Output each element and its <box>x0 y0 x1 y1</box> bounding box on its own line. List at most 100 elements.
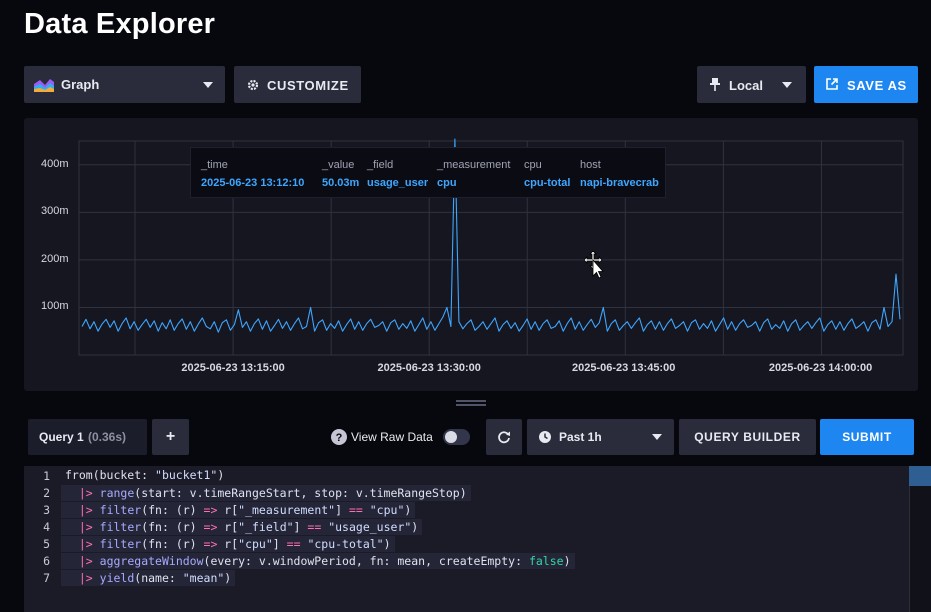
code-token: (fn: (r) <box>141 537 204 551</box>
flux-script-editor[interactable]: 1 from(bucket: "bucket1") 2 |> range(start… <box>24 466 931 612</box>
code-token: ) <box>563 554 571 568</box>
submit-button[interactable]: SUBMIT <box>820 419 914 455</box>
tab-query-1[interactable]: Query 1 (0.36s) <box>28 419 147 455</box>
code-token: r[ <box>217 537 239 551</box>
tooltip-column-header: _time <box>201 159 228 171</box>
editor-scrollbar-thumb[interactable] <box>909 466 931 486</box>
code-token: ] <box>272 537 287 551</box>
code-line[interactable]: from(bucket: "bucket1") <box>65 468 224 482</box>
y-tick-label: 100m <box>41 300 69 313</box>
code-token: ] <box>293 520 308 534</box>
tooltip-column-header: _measurement <box>437 159 511 171</box>
line-number: 2 <box>43 486 50 500</box>
time-range-label: Past 1h <box>559 430 602 444</box>
line-number: 4 <box>43 520 50 534</box>
code-token: (start: v.timeRangeStart, stop: v.timeRa… <box>134 486 467 500</box>
code-token: ) <box>224 571 232 585</box>
code-token: ) <box>404 503 412 517</box>
refresh-button[interactable] <box>486 419 522 455</box>
code-token: aggregateWindow <box>99 554 204 568</box>
x-tick-label: 2025-06-23 13:30:00 <box>377 362 481 374</box>
code-token: range <box>99 486 135 500</box>
time-range-dropdown[interactable]: Past 1h <box>527 419 674 455</box>
code-line[interactable]: |> aggregateWindow(every: v.windowPeriod… <box>61 553 575 569</box>
code-token: == <box>307 520 322 534</box>
tooltip-column-value: 50.03m <box>322 177 360 189</box>
tooltip-column-value: cpu <box>437 177 457 189</box>
tooltip-column-header: cpu <box>524 159 542 171</box>
x-tick-label: 2025-06-23 13:15:00 <box>181 362 285 374</box>
code-token: |> <box>78 537 93 551</box>
help-icon[interactable]: ? <box>331 429 347 445</box>
tooltip-column-value: cpu-total <box>524 177 571 189</box>
code-token: |> <box>78 554 93 568</box>
code-token: ) <box>217 468 225 482</box>
code-token: == <box>286 537 301 551</box>
code-token: ) <box>411 520 419 534</box>
refresh-icon <box>498 431 510 444</box>
code-token: "bucket1" <box>155 468 218 482</box>
query-builder-label: QUERY BUILDER <box>694 430 801 444</box>
code-token: (fn: (r) <box>141 520 204 534</box>
tooltip-column-header: host <box>580 159 601 171</box>
view-raw-data-toggle[interactable] <box>443 429 470 445</box>
view-raw-data-label: View Raw Data <box>351 430 433 444</box>
code-token: r[ <box>217 520 239 534</box>
line-number: 3 <box>43 503 50 517</box>
code-token: (fn: (r) <box>141 503 204 517</box>
tooltip-column-header: _value <box>322 159 355 171</box>
tooltip-column-value: usage_user <box>367 177 429 189</box>
code-line[interactable]: |> range(start: v.timeRangeStart, stop: … <box>61 485 471 501</box>
line-number: 1 <box>43 469 50 483</box>
code-token: from(bucket: <box>65 468 156 482</box>
code-token: (every: v.windowPeriod, fn: mean, create… <box>203 554 529 568</box>
add-query-button[interactable]: + <box>152 419 189 455</box>
panel-resize-handle[interactable] <box>456 400 486 406</box>
code-token: => <box>203 503 218 517</box>
tooltip-column-header: _field <box>367 159 394 171</box>
code-token: "_measurement" <box>238 503 336 517</box>
code-line[interactable]: |> filter(fn: (r) => r["_field"] == "usa… <box>61 519 423 535</box>
code-token: |> <box>78 503 93 517</box>
add-query-label: + <box>165 428 176 445</box>
code-token: ) <box>383 537 391 551</box>
code-line[interactable]: |> yield(name: "mean") <box>61 570 236 586</box>
code-token: false <box>528 554 564 568</box>
query-tab-time: (0.36s) <box>88 430 127 444</box>
code-token: ] <box>335 503 349 517</box>
y-tick-label: 200m <box>41 252 69 265</box>
code-token: filter <box>99 503 142 517</box>
line-number: 7 <box>43 571 50 585</box>
code-token: "usage_user" <box>328 520 412 534</box>
code-token: yield <box>99 571 135 585</box>
code-token: == <box>348 503 363 517</box>
code-line[interactable]: |> filter(fn: (r) => r["cpu"] == "cpu-to… <box>61 536 395 552</box>
code-token: (name: <box>134 571 183 585</box>
code-token: "_field" <box>238 520 294 534</box>
chevron-down-icon <box>652 434 662 440</box>
clock-icon <box>539 431 551 443</box>
code-token: "cpu" <box>369 503 405 517</box>
y-tick-label: 300m <box>41 205 69 218</box>
code-line[interactable]: |> filter(fn: (r) => r["_measurement"] =… <box>61 502 416 518</box>
query-builder-button[interactable]: QUERY BUILDER <box>679 419 816 455</box>
submit-label: SUBMIT <box>842 430 892 444</box>
line-number: 6 <box>43 554 50 568</box>
tooltip-column-value: napi-bravecrab <box>580 177 659 189</box>
editor-scrollbar[interactable] <box>909 466 931 612</box>
y-tick-label: 400m <box>41 157 69 170</box>
toggle-knob <box>445 431 457 443</box>
x-tick-label: 2025-06-23 14:00:00 <box>768 362 873 374</box>
code-token: "mean" <box>182 571 225 585</box>
